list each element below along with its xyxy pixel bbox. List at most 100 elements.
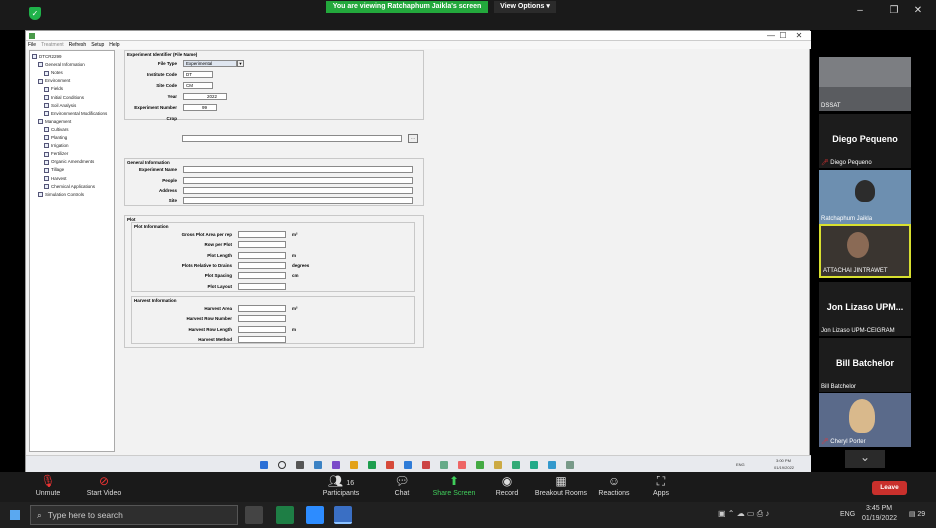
chevron-down-icon[interactable]: ⌄ <box>845 450 885 468</box>
folder-icon <box>38 62 43 68</box>
app-icon[interactable] <box>386 461 394 469</box>
tree-item[interactable]: Environment <box>38 77 70 84</box>
record-button[interactable]: ◉ Record <box>492 474 522 497</box>
input-field[interactable] <box>238 325 286 333</box>
address-field[interactable] <box>183 187 413 194</box>
tree-item[interactable]: Initial Conditions <box>44 94 84 101</box>
close-icon[interactable]: ✕ <box>900 2 936 20</box>
app-close-icon[interactable]: ✕ <box>792 31 806 41</box>
app-icon[interactable] <box>458 461 466 469</box>
app-icon[interactable] <box>440 461 448 469</box>
minimize-icon[interactable]: ‒ <box>842 2 878 20</box>
leave-button[interactable]: Leave <box>872 481 907 495</box>
tree-item[interactable]: Irrigation <box>44 142 69 149</box>
tree-item[interactable]: Fields <box>44 85 63 92</box>
document-icon <box>44 159 49 165</box>
tray-icons[interactable]: ▣ ⌃ ☁ ▭ ⎙ ♪ <box>718 509 769 519</box>
widgets-icon[interactable] <box>314 461 322 469</box>
button-label: Record <box>495 490 519 497</box>
input-field[interactable] <box>238 315 286 323</box>
tree-item[interactable]: Simulation Controls <box>38 191 84 198</box>
menu-file[interactable]: File <box>28 42 36 48</box>
tray-time: 3:45 PM <box>866 505 893 512</box>
tree-item[interactable]: Management <box>38 118 71 125</box>
year-stepper[interactable]: 2022 <box>183 93 227 100</box>
windows-start-icon[interactable] <box>260 461 268 469</box>
video-tile[interactable]: Ratchaphum Jaikla <box>819 170 911 224</box>
app-icon[interactable] <box>332 461 340 469</box>
tree-item[interactable]: Organic Amendments <box>44 158 94 165</box>
menu-help[interactable]: Help <box>109 42 119 48</box>
video-tile[interactable]: 🎤︎ Cheryl Porter <box>819 393 911 447</box>
excel-icon[interactable] <box>276 506 294 524</box>
tree-item[interactable]: Cultivars <box>44 126 69 133</box>
menu-refresh[interactable]: Refresh <box>69 42 87 48</box>
tree-item[interactable]: Environmental Modifications <box>44 110 107 117</box>
input-field[interactable] <box>238 272 286 280</box>
taskbar-search-input[interactable]: ⌕ Type here to search <box>30 505 238 525</box>
tree-item[interactable]: Soil Analysis <box>44 102 76 109</box>
input-field[interactable] <box>238 251 286 259</box>
crop-browse-button[interactable]: ... <box>408 134 418 143</box>
notification-icon[interactable]: ▤ 29 <box>908 506 926 524</box>
site-code-field[interactable]: CM <box>183 82 213 89</box>
folder-icon[interactable] <box>350 461 358 469</box>
experiment-number-stepper[interactable]: 99 <box>183 104 217 111</box>
app-icon[interactable] <box>494 461 502 469</box>
windows-start-icon[interactable] <box>10 510 20 520</box>
browser-icon[interactable] <box>404 461 412 469</box>
site-field[interactable] <box>183 197 413 204</box>
video-tile-active-speaker[interactable]: ATTACHAI JINTRAWET <box>819 224 911 278</box>
breakout-rooms-button[interactable]: ▦ Breakout Rooms <box>532 474 590 497</box>
chevron-down-icon[interactable]: ▼ <box>237 60 244 67</box>
chat-button[interactable]: 💬︎ Chat <box>390 474 414 497</box>
people-field[interactable] <box>183 177 413 184</box>
reactions-button[interactable]: ☺ Reactions <box>596 474 632 497</box>
participants-button[interactable]: 👥︎ 16 Participants <box>318 474 364 497</box>
remote-taskbar: ENG 3:00 PM 01/19/2022 <box>26 455 811 473</box>
app-icon[interactable] <box>334 506 352 524</box>
shield-icon[interactable]: ✓ <box>29 7 41 20</box>
dssat-icon[interactable] <box>476 461 484 469</box>
video-tile[interactable]: Diego Pequeno 🎤︎ Diego Pequeno <box>819 114 911 168</box>
input-field[interactable] <box>238 241 286 249</box>
search-icon[interactable] <box>278 461 286 469</box>
file-type-select[interactable]: Experimental <box>183 60 237 67</box>
app-maximize-icon[interactable]: ☐ <box>776 31 790 41</box>
zoom-icon[interactable] <box>306 506 324 524</box>
task-view-icon[interactable] <box>245 506 263 524</box>
tree-item[interactable]: General Information <box>38 61 85 68</box>
view-options-button[interactable]: View Options ▾ <box>494 1 556 13</box>
start-video-button[interactable]: ⊘ Start Video <box>82 474 126 497</box>
task-view-icon[interactable] <box>296 461 304 469</box>
menu-setup[interactable]: Setup <box>91 42 104 48</box>
app-icon[interactable] <box>422 461 430 469</box>
video-tile[interactable]: Bill Batchelor Bill Batchelor <box>819 338 911 392</box>
menu-treatment[interactable]: Treatment <box>41 42 64 48</box>
app-icon[interactable] <box>530 461 538 469</box>
video-tile[interactable]: DSSAT <box>819 57 911 111</box>
tree-item[interactable]: Notes <box>44 69 63 76</box>
tree-item[interactable]: Harvest <box>44 175 67 182</box>
tree-item[interactable]: Tillage <box>44 166 64 173</box>
app-icon[interactable] <box>512 461 520 469</box>
crop-field[interactable] <box>182 135 402 142</box>
tree-item[interactable]: Chemical Applications <box>44 183 95 190</box>
excel-icon[interactable] <box>368 461 376 469</box>
share-screen-button[interactable]: ⬆ Share Screen <box>430 474 478 497</box>
institute-code-field[interactable]: DT <box>183 71 213 78</box>
input-field[interactable] <box>238 261 286 269</box>
input-field[interactable] <box>238 335 286 343</box>
app-icon[interactable] <box>548 461 556 469</box>
input-field[interactable] <box>238 305 286 312</box>
tree-item[interactable]: DTCR2299 <box>32 53 62 60</box>
unmute-button[interactable]: 🎙︎ Unmute <box>30 474 66 497</box>
tree-item[interactable]: Planting <box>44 134 67 141</box>
input-field[interactable] <box>238 282 286 290</box>
app-icon[interactable] <box>566 461 574 469</box>
apps-button[interactable]: ⛶ Apps <box>648 474 674 497</box>
experiment-name-field[interactable] <box>183 166 413 173</box>
tree-item[interactable]: Fertilizer <box>44 150 68 157</box>
video-tile[interactable]: Jon Lizaso UPM... Jon Lizaso UPM-CEIGRAM <box>819 282 911 336</box>
input-field[interactable] <box>238 231 286 238</box>
